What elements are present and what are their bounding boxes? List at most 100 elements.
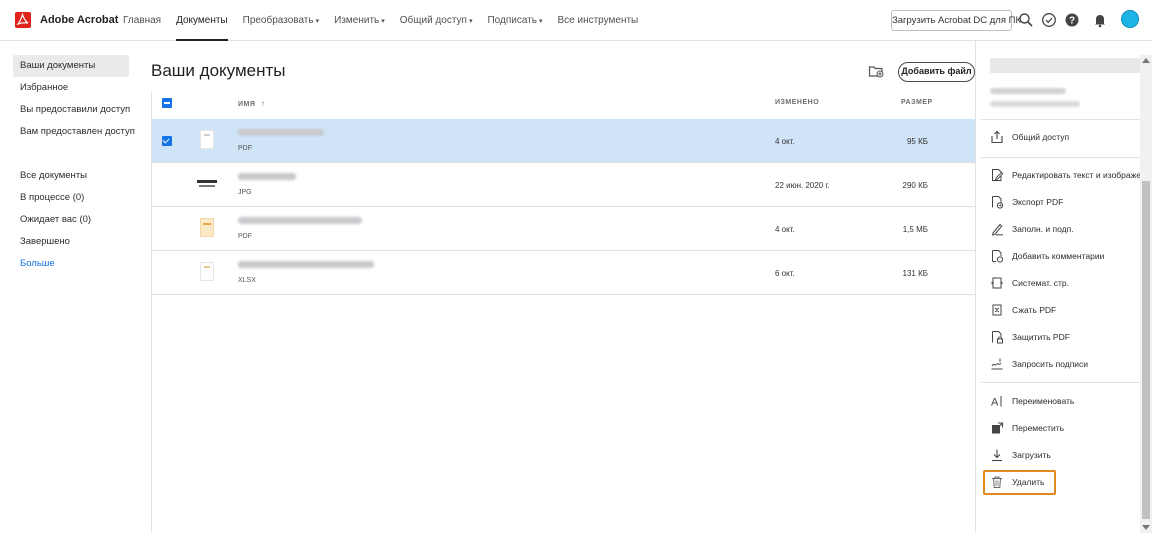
chevron-down-icon: ▾: [381, 18, 385, 25]
bell-icon[interactable]: [1092, 12, 1108, 28]
tool-protect-pdf[interactable]: Защитить PDF: [981, 328, 1141, 348]
fill-sign-icon: [991, 223, 1003, 236]
sidebar-item-completed[interactable]: Завершено: [13, 231, 129, 253]
nav-home[interactable]: Главная: [123, 0, 161, 41]
table-row[interactable]: JPG 22 июн. 2020 г. 290 КБ: [152, 163, 975, 207]
file-name-redacted[interactable]: [238, 217, 362, 224]
avatar[interactable]: [1121, 10, 1139, 28]
documents-table: ИМЯ ↑ ИЗМЕНЕНО РАЗМЕР PDF 4 окт. 95 КБ J…: [151, 91, 975, 533]
scrollbar-thumb[interactable]: [1142, 181, 1150, 519]
nav-sign[interactable]: Подписать ▾: [487, 0, 542, 41]
edit-pdf-icon: [992, 169, 1004, 181]
action-label: Переместить: [1012, 423, 1065, 433]
delete-highlight-frame: [983, 470, 1056, 495]
tool-export-pdf[interactable]: Экспорт PDF: [981, 193, 1141, 213]
chevron-down-icon: ▾: [468, 18, 473, 25]
file-size: 95 КБ: [906, 137, 928, 146]
column-header-name[interactable]: ИМЯ ↑: [238, 99, 265, 108]
sidebar-item-all-documents[interactable]: Все документы: [13, 165, 129, 187]
download-icon: [992, 449, 1002, 462]
divider: [981, 119, 1141, 120]
scroll-down-arrow-icon[interactable]: [1142, 525, 1150, 530]
download-acrobat-button[interactable]: Загрузить Acrobat DC для ПК: [891, 10, 1021, 31]
nav-documents[interactable]: Документы: [176, 0, 228, 41]
file-thumbnail: [200, 130, 214, 149]
add-file-button[interactable]: Добавить файл: [898, 62, 975, 82]
share-action[interactable]: Общий доступ: [981, 128, 1141, 148]
tool-organize-pages[interactable]: Системат. стр.: [981, 274, 1141, 294]
chevron-down-icon: ▾: [538, 18, 543, 25]
file-name-redacted[interactable]: [238, 261, 374, 268]
organize-pages-icon: [991, 277, 1003, 289]
action-download[interactable]: Загрузить: [981, 446, 1141, 466]
row-checkbox[interactable]: [162, 136, 172, 146]
file-size: 131 КБ: [902, 269, 928, 278]
comment-icon: [992, 250, 1004, 263]
file-type: JPG: [238, 189, 252, 196]
share-label: Общий доступ: [1012, 132, 1070, 142]
file-name-redacted[interactable]: [238, 129, 324, 136]
file-name-redacted[interactable]: [238, 173, 296, 180]
sidebar-item-favorites[interactable]: Избранное: [13, 77, 129, 99]
tool-comment[interactable]: Добавить комментарии: [981, 247, 1141, 267]
tool-label: Системат. стр.: [1012, 278, 1069, 288]
divider: [981, 157, 1141, 158]
sidebar-item-shared-with-you[interactable]: Вам предоставлен доступ: [13, 121, 135, 143]
file-thumbnail: [200, 218, 214, 237]
tool-label: Редактировать текст и изображения: [1012, 170, 1142, 180]
column-header-modified[interactable]: ИЗМЕНЕНО: [775, 99, 819, 106]
action-label: Загрузить: [1012, 450, 1051, 460]
request-signatures-icon: [991, 358, 1003, 370]
tool-request-signatures[interactable]: Запросить подписи: [981, 355, 1141, 375]
help-icon[interactable]: ?: [1064, 12, 1080, 28]
nav-share[interactable]: Общий доступ ▾: [400, 0, 473, 41]
action-rename[interactable]: A Переименовать: [981, 392, 1141, 412]
share-icon: [991, 130, 1003, 144]
file-modified: 22 июн. 2020 г.: [775, 181, 830, 190]
file-type: PDF: [238, 145, 252, 152]
column-header-size[interactable]: РАЗМЕР: [901, 99, 933, 106]
app-brand[interactable]: Adobe Acrobat: [40, 14, 118, 26]
file-modified: 6 окт.: [775, 269, 795, 278]
selected-file-info-redacted: [990, 101, 1080, 107]
scroll-up-arrow-icon[interactable]: [1142, 58, 1150, 63]
nav-edit[interactable]: Изменить ▾: [334, 0, 385, 41]
svg-text:A: A: [991, 397, 999, 409]
table-row[interactable]: XLSX 6 окт. 131 КБ: [152, 251, 975, 295]
panel-header: [990, 58, 1141, 73]
file-size: 1,5 МБ: [902, 225, 928, 234]
new-folder-icon[interactable]: [868, 63, 884, 79]
table-row[interactable]: PDF 4 окт. 95 КБ: [152, 119, 975, 163]
panel-scrollbar[interactable]: [1140, 55, 1152, 533]
check-circle-icon[interactable]: [1041, 12, 1057, 28]
sidebar: Ваши документы Избранное Вы предоставили…: [13, 55, 135, 275]
selected-file-name-redacted: [990, 88, 1066, 94]
svg-text:?: ?: [1069, 16, 1075, 27]
nav-all-tools[interactable]: Все инструменты: [557, 0, 638, 41]
nav-convert[interactable]: Преобразовать ▾: [243, 0, 320, 41]
export-pdf-icon: [992, 196, 1004, 209]
sidebar-item-your-documents[interactable]: Ваши документы: [13, 55, 129, 77]
action-move[interactable]: Переместить: [981, 419, 1141, 439]
file-actions-panel: Общий доступ Редактировать текст и изобр…: [975, 41, 1142, 533]
tool-label: Сжать PDF: [1012, 305, 1057, 315]
file-thumbnail: [197, 179, 217, 189]
tool-label: Экспорт PDF: [1012, 197, 1064, 207]
table-row[interactable]: PDF 4 окт. 1,5 МБ: [152, 207, 975, 251]
tool-edit-pdf[interactable]: Редактировать текст и изображения: [981, 166, 1142, 186]
tool-label: Заполн. и подп.: [1012, 224, 1074, 234]
acrobat-logo-icon[interactable]: [15, 12, 31, 28]
tool-label: Добавить комментарии: [1012, 251, 1105, 261]
file-type: XLSX: [238, 277, 256, 284]
sidebar-item-more[interactable]: Больше: [13, 253, 129, 275]
search-icon[interactable]: [1018, 12, 1034, 28]
tool-compress-pdf[interactable]: Сжать PDF: [981, 301, 1141, 321]
select-all-checkbox[interactable]: [162, 98, 172, 108]
file-modified: 4 окт.: [775, 225, 795, 234]
sidebar-item-waiting-for-you[interactable]: Ожидает вас (0): [13, 209, 129, 231]
file-thumbnail: [200, 262, 214, 281]
top-bar: Adobe Acrobat Главная Документы Преобраз…: [0, 0, 1152, 41]
tool-fill-sign[interactable]: Заполн. и подп.: [981, 220, 1141, 240]
sidebar-item-shared-by-you[interactable]: Вы предоставили доступ: [13, 99, 130, 121]
sidebar-item-in-progress[interactable]: В процессе (0): [13, 187, 129, 209]
